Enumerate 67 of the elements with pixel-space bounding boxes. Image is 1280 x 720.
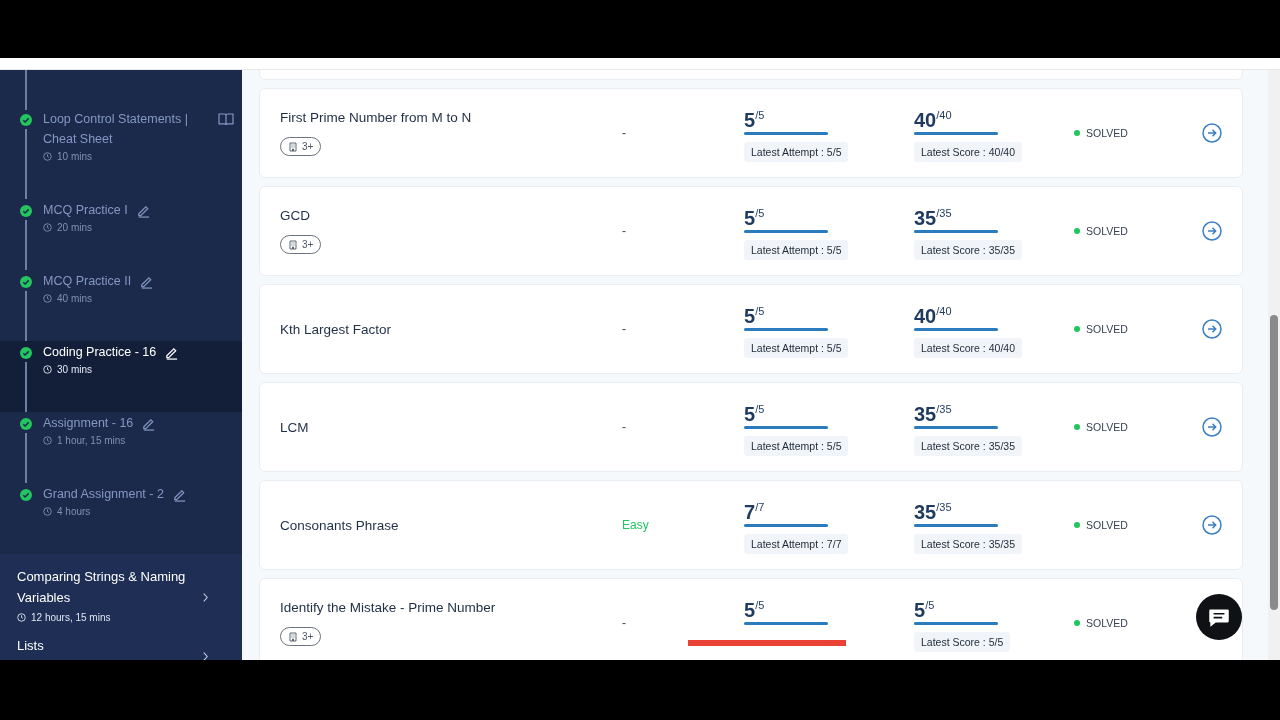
status-text: SOLVED: [1086, 617, 1128, 629]
score-chip: Latest Score : 35/35: [914, 240, 1022, 260]
question-title: First Prime Number from M to N: [280, 110, 472, 125]
attempt-chip: Latest Attempt : 5/5: [744, 240, 849, 260]
question-card[interactable]: Kth Largest Factor - 5$^{/5}$ Latest Attempt : 5/5 40$^{/40}$ Latest Score : 40/40 SOLVED: [259, 284, 1243, 374]
score-value: 5$^{/5}$: [914, 598, 935, 621]
status-text: SOLVED: [1086, 323, 1128, 335]
duration-text: 1 hour, 15 mins: [57, 435, 126, 446]
difficulty-label: -: [622, 322, 627, 336]
score-value: 35$^{/35}$: [914, 206, 952, 229]
item-title: Grand Assignment - 2: [43, 486, 164, 503]
score-chip: Latest Score : 40/40: [914, 142, 1022, 162]
difficulty-label: -: [622, 126, 627, 140]
difficulty-label: -: [622, 616, 627, 630]
question-card[interactable]: Consonants Phrase Easy 7$^{/7}$ Latest Attempt : 7/7 35$^{/35}$ Latest Score : 35/35 SOLVED: [259, 480, 1243, 570]
sidebar-item[interactable]: Grand Assignment - 2 4 hours: [0, 483, 242, 554]
attempt-value: 5$^{/5}$: [744, 402, 765, 425]
question-card[interactable]: LCM - 5$^{/5}$ Latest Attempt : 5/5 35$^{/35}$ Latest Score : 35/35 SOLVED: [259, 382, 1243, 472]
question-card[interactable]: First Prime Number from M to N 3+ - 5$^{/5}$ Latest Attempt : 5/5 40$^{/40}$ Latest Score : 40/40 SOLVED: [259, 88, 1243, 178]
difficulty-label: -: [622, 420, 627, 434]
sidebar-item[interactable]: Assignment - 16 1 hour, 15 mins: [0, 412, 242, 483]
score-value: 35$^{/35}$: [914, 402, 952, 425]
question-card[interactable]: GCD 3+ - 5$^{/5}$ Latest Attempt : 5/5 35$^{/35}$ Latest Score : 35/35 SOLVED: [259, 186, 1243, 276]
question-title: GCD: [280, 208, 310, 223]
duration-text: 10 mins: [57, 151, 92, 162]
duration-text: 30 mins: [57, 364, 92, 375]
status-text: SOLVED: [1086, 421, 1128, 433]
question-title: Identify the Mistake - Prime Number: [280, 600, 496, 615]
score-chip: Latest Score : 35/35: [914, 534, 1022, 554]
duration-text: 40 mins: [57, 293, 92, 304]
score-value: 40$^{/40}$: [914, 304, 952, 327]
score-chip: Latest Score : 40/40: [914, 338, 1022, 358]
sidebar-item[interactable]: MCQ Practice II 40 mins: [0, 270, 242, 341]
status-text: SOLVED: [1086, 127, 1128, 139]
status-text: SOLVED: [1086, 519, 1128, 531]
item-title: MCQ Practice I: [43, 202, 128, 219]
attempt-chip: Latest Attempt : 7/7: [744, 534, 849, 554]
question-title: Consonants Phrase: [280, 517, 399, 533]
score-value: 40$^{/40}$: [914, 108, 952, 131]
status-text: SOLVED: [1086, 225, 1128, 237]
attempt-value: 5$^{/5}$: [744, 598, 765, 621]
score-value: 35$^{/35}$: [914, 500, 952, 523]
question-card[interactable]: Identify the Mistake - Prime Number 3+ - 5$^{/5}$ 5$^{/5}$ Latest Score : 5/5 SOLVED: [259, 578, 1243, 660]
score-chip: Latest Score : 5/5: [914, 632, 1011, 652]
item-title: Loop Control Statements | Cheat Sheet: [43, 111, 189, 148]
attempt-value: 5$^{/5}$: [744, 304, 765, 327]
score-chip: Latest Score : 35/35: [914, 436, 1022, 456]
attempt-chip: Latest Attempt : 5/5: [744, 142, 849, 162]
attempt-value: 7$^{/7}$: [744, 500, 765, 523]
duration-text: 20 mins: [57, 222, 92, 233]
attempt-chip: Latest Attempt : 5/5: [744, 436, 849, 456]
sidebar-item[interactable]: Loop Control Statements | Cheat Sheet 10 mins: [0, 108, 242, 199]
item-title: Coding Practice - 16: [43, 344, 157, 361]
question-title: LCM: [280, 419, 309, 435]
sidebar-item[interactable]: MCQ Practice I 20 mins: [0, 199, 242, 270]
difficulty-label: -: [622, 224, 627, 238]
attempt-value: 5$^{/5}$: [744, 108, 765, 131]
item-title: MCQ Practice II: [43, 273, 132, 290]
attempt-chip: Latest Attempt : 5/5: [744, 338, 849, 358]
sidebar-item[interactable]: Coding Practice - 16 30 mins: [0, 341, 242, 412]
item-title: Assignment - 16: [43, 415, 134, 432]
duration-text: 12 hours, 15 mins: [31, 612, 111, 623]
question-title: Kth Largest Factor: [280, 321, 392, 337]
duration-text: 4 hours: [57, 506, 91, 517]
section-title[interactable]: Comparing Strings & Naming Variables: [17, 566, 206, 608]
attempt-value: 5$^{/5}$: [744, 206, 765, 229]
difficulty-label: Easy: [622, 518, 650, 532]
